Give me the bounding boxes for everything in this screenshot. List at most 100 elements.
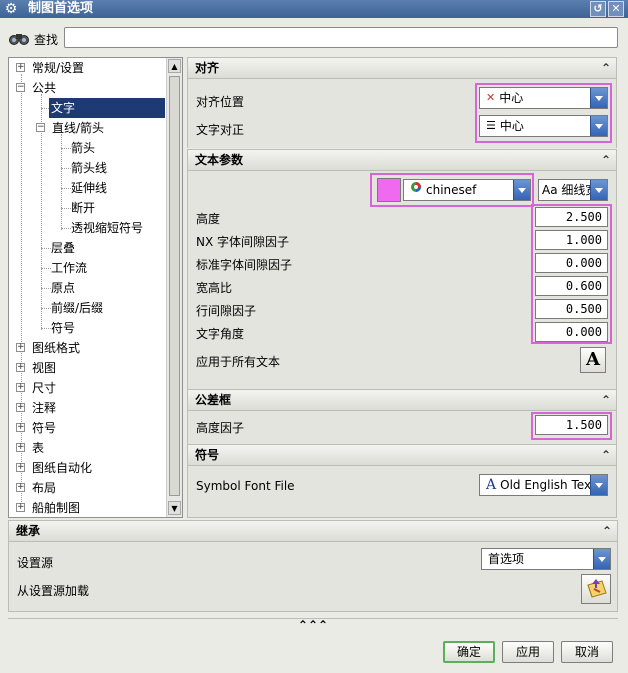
tree-item-label: 图纸格式 [32,341,81,355]
apply-button[interactable]: 应用 [502,641,554,663]
dropdown-value: Old English Text [500,478,596,492]
tree-item-symbol[interactable]: + 符号 [9,418,167,438]
dropdown-arrow-icon[interactable] [590,475,607,495]
tree-item-dimension[interactable]: + 尺寸 [9,378,167,398]
tree-item-common[interactable]: − 公共 [9,78,167,98]
settings-source-dropdown[interactable]: 首选项 [481,548,611,570]
tree-item-arrow[interactable]: 箭头 [9,138,167,158]
tree-item-symbol-common[interactable]: 符号 [9,318,167,338]
expand-icon[interactable]: + [16,503,25,512]
tree-item-layout[interactable]: + 布局 [9,478,167,498]
tree-item-label: 表 [32,441,45,455]
tree-item-workflow[interactable]: 工作流 [9,258,167,278]
dropdown-arrow-icon[interactable] [590,88,607,108]
section-title: 公差框 [195,393,232,407]
ok-button[interactable]: 确定 [443,641,495,663]
search-input[interactable] [64,27,618,48]
align-section-header[interactable]: 对齐 ⌃ [187,57,617,79]
line-gap-input[interactable]: 0.500 [535,299,608,319]
dropdown-arrow-icon[interactable] [593,549,610,569]
tree-item-drawing-automation[interactable]: + 图纸自动化 [9,458,167,478]
expand-icon[interactable]: + [16,63,25,72]
tree-item-general[interactable]: + 常规/设置 [9,58,167,78]
tree-item-extension-line[interactable]: 延伸线 [9,178,167,198]
expand-icon[interactable]: + [16,423,25,432]
dropdown-arrow-icon[interactable] [513,180,530,200]
aspect-ratio-input[interactable]: 0.600 [535,276,608,296]
text-color-swatch[interactable] [377,178,401,202]
tree-item-prefix-suffix[interactable]: 前缀/后缀 [9,298,167,318]
align-position-label: 对齐位置 [196,95,245,109]
expand-icon[interactable]: + [16,463,25,472]
scroll-thumb[interactable] [169,76,180,496]
dropdown-value: 首选项 [488,552,525,566]
expand-icon[interactable]: + [16,403,25,412]
collapse-separator[interactable]: ⌃⌃⌃ [8,618,618,632]
tree-item-text[interactable]: 文字 [9,98,167,118]
tree-item-origin[interactable]: 原点 [9,278,167,298]
load-from-source-button[interactable] [581,574,611,604]
nx-gap-input[interactable]: 1.000 [535,230,608,250]
collapse-chevron-icon[interactable]: ⌃ [598,447,614,463]
cancel-button[interactable]: 取消 [561,641,613,663]
load-settings-icon [587,579,607,598]
expand-icon[interactable]: + [16,343,25,352]
tree-item-break[interactable]: 断开 [9,198,167,218]
tree-item-label: 前缀/后缀 [51,301,104,315]
tree-item-arrow-line[interactable]: 箭头线 [9,158,167,178]
std-gap-input[interactable]: 0.000 [535,253,608,273]
tree-item-table[interactable]: + 表 [9,438,167,458]
font-a-icon: A [486,477,497,493]
window-title: 制图首选项 [28,1,94,16]
text-justify-dropdown[interactable]: ☰ 中心 [479,115,608,137]
tree-item-view[interactable]: + 视图 [9,358,167,378]
section-title: 对齐 [195,61,220,75]
tree-item-label: 常规/设置 [32,61,85,75]
collapse-up-icon[interactable]: ⌃⌃⌃ [298,618,328,632]
dropdown-arrow-icon[interactable] [590,180,607,200]
height-factor-label: 高度因子 [196,421,245,435]
align-position-dropdown[interactable]: ✕ 中心 [479,87,608,109]
tree-item-label: 注释 [32,401,57,415]
symbol-section-header[interactable]: 符号 ⌃ [187,444,617,466]
collapse-chevron-icon[interactable]: ⌃ [599,523,615,539]
tree-item-ship-drafting[interactable]: + 船舶制图 [9,498,167,517]
symbol-font-dropdown[interactable]: A Old English Text [479,474,608,496]
scroll-down-icon[interactable]: ▼ [168,501,181,515]
expand-icon[interactable]: + [16,363,25,372]
tree-item-annotation[interactable]: + 注释 [9,398,167,418]
inherit-section-body: 设置源 首选项 从设置源加载 [8,542,618,612]
inherit-section-header[interactable]: 继承 ⌃ [8,520,618,542]
scroll-up-icon[interactable]: ▲ [168,59,181,73]
collapse-chevron-icon[interactable]: ⌃ [598,60,614,76]
dropdown-value: chinesef [426,183,477,197]
height-factor-input[interactable]: 1.500 [535,415,608,435]
expand-icon[interactable]: + [16,383,25,392]
expand-icon[interactable]: + [16,483,25,492]
preference-tree[interactable]: + 常规/设置 − 公共 文字 − 直线/箭头 箭头 箭头线 延伸线 断开 透视… [8,57,183,518]
apply-all-text-button[interactable]: A [580,347,606,373]
tree-item-drawing-format[interactable]: + 图纸格式 [9,338,167,358]
height-input[interactable]: 2.500 [535,207,608,227]
reset-icon[interactable]: ↺ [590,1,606,17]
tree-item-foreshortening[interactable]: 透视缩短符号 [9,218,167,238]
tree-item-label: 透视缩短符号 [71,221,144,235]
text-params-section-header[interactable]: 文本参数 ⌃ [187,149,617,171]
text-angle-input[interactable]: 0.000 [535,322,608,342]
expand-icon[interactable]: + [16,443,25,452]
apply-all-label: 应用于所有文本 [196,355,281,369]
tree-scrollbar[interactable]: ▲ ▼ [166,58,182,517]
line-width-dropdown[interactable]: Aa 细线宽 [538,179,608,201]
collapse-chevron-icon[interactable]: ⌃ [598,392,614,408]
collapse-chevron-icon[interactable]: ⌃ [598,152,614,168]
align-center-icon: ☰ [486,119,496,132]
collapse-icon[interactable]: − [36,123,45,132]
font-dropdown[interactable]: chinesef [403,179,531,201]
tolerance-section-header[interactable]: 公差框 ⌃ [187,389,617,411]
collapse-icon[interactable]: − [16,83,25,92]
close-icon[interactable]: ✕ [608,1,624,17]
gear-icon[interactable]: ⚙ [3,1,19,17]
dropdown-arrow-icon[interactable] [590,116,607,136]
tree-item-line-arrow[interactable]: − 直线/箭头 [9,118,167,138]
tree-item-stacking[interactable]: 层叠 [9,238,167,258]
